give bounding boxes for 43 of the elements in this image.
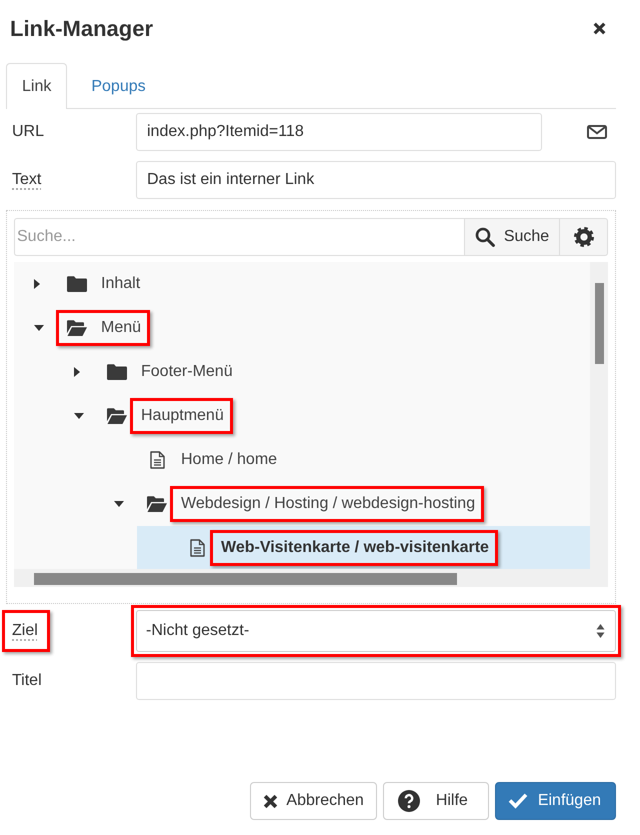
tree-item-label[interactable]: Menü	[101, 318, 142, 338]
selected-row[interactable]: Web-Visitenkarte / web-visitenkarte	[137, 526, 590, 569]
field-label: URL	[12, 122, 44, 142]
field-label: Titel	[12, 671, 42, 691]
tab[interactable]: Popups	[75, 63, 162, 109]
close-icon[interactable]	[593, 22, 606, 35]
url-field[interactable]: index.php?Itemid=118	[136, 113, 542, 151]
caret-down-icon[interactable]	[74, 413, 84, 419]
dialog-title: Link-Manager	[10, 16, 154, 42]
tree-item-label[interactable]: Webdesign / Hosting / webdesign-hosting	[181, 494, 476, 514]
checkmark-icon	[508, 792, 528, 810]
settings-button[interactable]	[560, 218, 608, 256]
tree-item-label[interactable]: Inhalt	[101, 274, 140, 294]
text-field[interactable]: Das ist ein interner Link	[136, 161, 616, 199]
caret-down-icon[interactable]	[34, 325, 44, 331]
field-label: Text	[12, 170, 42, 190]
tree-item-label[interactable]: Hauptmenü	[141, 406, 224, 426]
settings-icon	[574, 227, 594, 247]
caret-down-icon[interactable]	[114, 501, 124, 507]
field-label: Ziel	[12, 621, 38, 641]
scrollbar-thumb[interactable]	[34, 573, 457, 585]
open-folder-icon	[107, 408, 127, 424]
tree-item-label[interactable]: Home / home	[181, 450, 278, 470]
tree-item-label[interactable]: Web-Visitenkarte / web-visitenkarte	[221, 538, 489, 558]
target-select[interactable]: -Nicht gesetzt-	[136, 610, 616, 652]
text-field[interactable]	[136, 662, 616, 700]
help-icon	[398, 790, 420, 812]
caret-right-icon[interactable]	[74, 367, 80, 377]
insert-button[interactable]: Einfügen	[494, 782, 616, 820]
open-folder-icon	[147, 496, 167, 512]
search-icon	[474, 227, 495, 247]
x-icon	[263, 794, 278, 808]
cancel-button[interactable]: Abbrechen	[250, 782, 377, 820]
help-button[interactable]: Hilfe	[382, 782, 489, 820]
open-folder-icon	[67, 320, 87, 336]
caret-right-icon[interactable]	[34, 279, 40, 289]
mail-icon[interactable]	[587, 125, 607, 139]
search-button[interactable]: Suche	[464, 218, 560, 256]
tab[interactable]: Link	[6, 63, 68, 109]
sort-arrows-icon	[596, 624, 605, 638]
tree-item-label[interactable]: Footer-Menü	[141, 362, 233, 382]
scrollbar-thumb[interactable]	[594, 283, 604, 364]
document-icon	[190, 539, 205, 557]
